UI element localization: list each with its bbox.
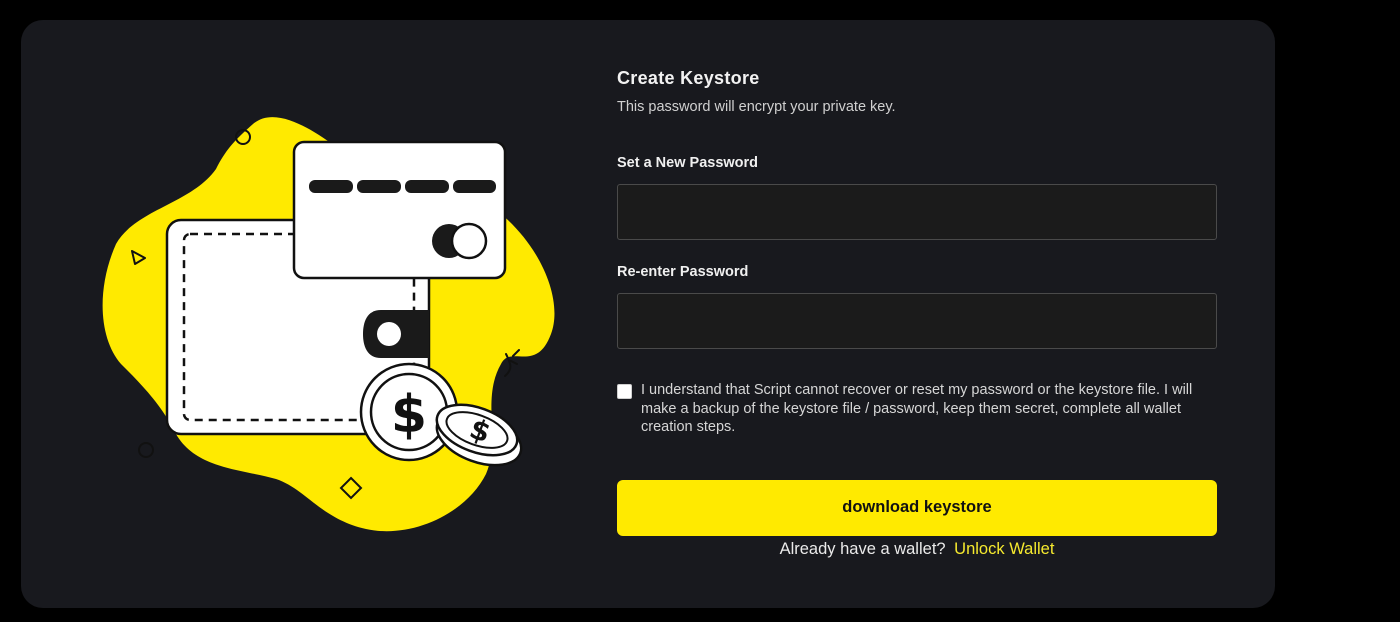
page-title: Create Keystore — [617, 68, 760, 88]
wallet-card-coins-icon: $ $ — [102, 117, 555, 532]
svg-text:$: $ — [391, 385, 427, 445]
footer-line: Already have a wallet? Unlock Wallet — [617, 540, 1217, 559]
terms-checkbox[interactable] — [617, 384, 632, 399]
unlock-wallet-link[interactable]: Unlock Wallet — [954, 540, 1054, 558]
terms-row: I understand that Script cannot recover … — [617, 381, 1217, 437]
keystore-card: $ $ Create Keystore This password will e… — [21, 20, 1275, 608]
create-keystore-form: Create Keystore This password will encry… — [617, 68, 1217, 559]
terms-text: I understand that Script cannot recover … — [641, 382, 1193, 435]
footer-prompt: Already have a wallet? — [779, 539, 946, 558]
download-keystore-button[interactable]: download keystore — [617, 479, 1217, 536]
wallet-illustration: $ $ — [81, 94, 561, 554]
confirm-password-label: Re-enter Password — [617, 264, 749, 280]
confirm-password-input[interactable] — [617, 293, 1217, 349]
new-password-label: Set a New Password — [617, 155, 759, 171]
new-password-input[interactable] — [617, 184, 1217, 240]
page-subtitle: This password will encrypt your private … — [617, 99, 896, 115]
